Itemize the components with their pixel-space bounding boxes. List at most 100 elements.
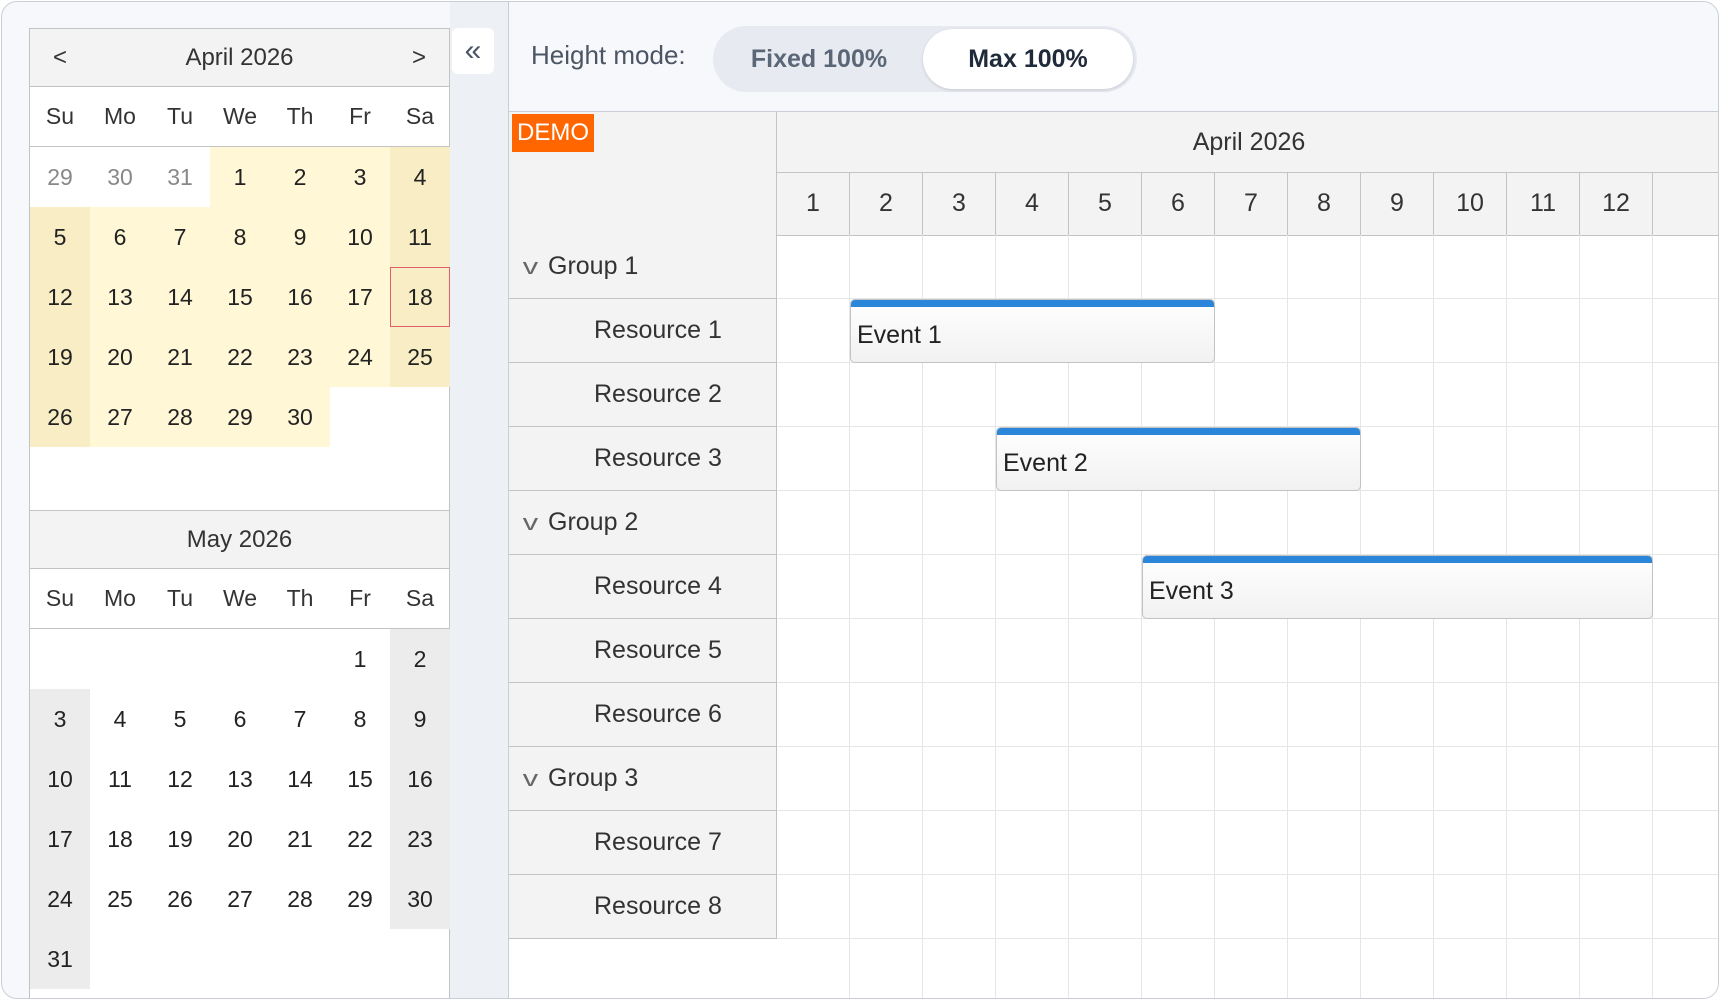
- day-cell[interactable]: 20: [90, 327, 150, 387]
- row-name: Resource 3: [594, 444, 722, 472]
- grid-row[interactable]: [777, 363, 1718, 427]
- grid-row[interactable]: [777, 683, 1718, 747]
- day-cell[interactable]: 30: [90, 147, 150, 207]
- grid-column-line: [1652, 235, 1653, 998]
- event-bar: [1143, 556, 1652, 563]
- day-cell[interactable]: 28: [150, 387, 210, 447]
- time-header-day: 5: [1069, 172, 1142, 235]
- height-mode-max-button[interactable]: Max 100%: [923, 29, 1133, 89]
- day-cell[interactable]: 12: [150, 749, 210, 809]
- day-cell[interactable]: 19: [30, 327, 90, 387]
- day-cell[interactable]: 19: [150, 809, 210, 869]
- event-box[interactable]: Event 2: [996, 427, 1361, 491]
- day-cell-empty: [150, 629, 210, 689]
- day-cell[interactable]: 21: [270, 809, 330, 869]
- day-cell[interactable]: 21: [150, 327, 210, 387]
- height-mode-fixed-button[interactable]: Fixed 100%: [713, 26, 925, 92]
- day-cell[interactable]: 6: [90, 207, 150, 267]
- day-cell[interactable]: 3: [330, 147, 390, 207]
- day-cell[interactable]: 25: [90, 869, 150, 929]
- day-cell[interactable]: 31: [150, 147, 210, 207]
- day-cell[interactable]: 18: [390, 267, 450, 327]
- group-row-header[interactable]: v Group 3: [509, 747, 776, 811]
- day-cell[interactable]: 14: [150, 267, 210, 327]
- day-cell[interactable]: 11: [390, 207, 450, 267]
- day-cell[interactable]: 6: [210, 689, 270, 749]
- day-cell[interactable]: 1: [210, 147, 270, 207]
- weekday-header: Su Mo Tu We Th Fr Sa: [30, 87, 449, 147]
- next-month-button[interactable]: >: [389, 29, 449, 86]
- month-title: April 2026: [185, 43, 294, 71]
- day-cell[interactable]: 8: [330, 689, 390, 749]
- chevron-down-icon[interactable]: v: [523, 254, 538, 280]
- weekday-label: Tu: [167, 103, 193, 129]
- double-chevron-left-icon: «: [464, 34, 482, 67]
- day-cell[interactable]: 3: [30, 689, 90, 749]
- day-cell[interactable]: 18: [90, 809, 150, 869]
- day-cell[interactable]: 26: [150, 869, 210, 929]
- day-cell[interactable]: 4: [90, 689, 150, 749]
- day-cell[interactable]: 10: [330, 207, 390, 267]
- day-cell[interactable]: 29: [330, 869, 390, 929]
- day-cell[interactable]: 17: [30, 809, 90, 869]
- group-row-header[interactable]: v Group 2: [509, 491, 776, 555]
- day-cell[interactable]: 7: [150, 207, 210, 267]
- day-cell[interactable]: 25: [390, 327, 450, 387]
- collapse-navigator-button[interactable]: «: [452, 28, 494, 74]
- time-header-day: 10: [1434, 172, 1507, 235]
- day-cell[interactable]: 1: [330, 629, 390, 689]
- day-cell[interactable]: 15: [330, 749, 390, 809]
- day-cell[interactable]: 29: [30, 147, 90, 207]
- prev-month-button[interactable]: <: [30, 29, 90, 86]
- day-cell[interactable]: 24: [30, 869, 90, 929]
- day-cell[interactable]: 11: [90, 749, 150, 809]
- scheduler-grid[interactable]: Event 1 Event 2 Event 3: [777, 235, 1718, 998]
- day-cell[interactable]: 12: [30, 267, 90, 327]
- day-cell[interactable]: 8: [210, 207, 270, 267]
- day-cell[interactable]: 27: [90, 387, 150, 447]
- day-cell[interactable]: 23: [270, 327, 330, 387]
- group-row-header[interactable]: v Group 1: [509, 235, 776, 299]
- event-text: Event 2: [1003, 449, 1088, 477]
- day-cell[interactable]: 14: [270, 749, 330, 809]
- grid-row[interactable]: [777, 747, 1718, 811]
- grid-row[interactable]: [777, 811, 1718, 875]
- day-cell[interactable]: 16: [270, 267, 330, 327]
- day-cell[interactable]: 31: [30, 929, 90, 989]
- grid-row[interactable]: [777, 491, 1718, 555]
- day-cell[interactable]: 13: [210, 749, 270, 809]
- day-cell[interactable]: 26: [30, 387, 90, 447]
- day-cell[interactable]: 17: [330, 267, 390, 327]
- chevron-down-icon[interactable]: v: [523, 510, 538, 536]
- day-cell[interactable]: 13: [90, 267, 150, 327]
- event-box[interactable]: Event 3: [1142, 555, 1653, 619]
- event-box[interactable]: Event 1: [850, 299, 1215, 363]
- grid-row[interactable]: [777, 619, 1718, 683]
- grid-row[interactable]: [777, 875, 1718, 939]
- day-cell[interactable]: 27: [210, 869, 270, 929]
- day-cell[interactable]: 30: [270, 387, 330, 447]
- day-cell[interactable]: 20: [210, 809, 270, 869]
- grid-row[interactable]: [777, 235, 1718, 299]
- resource-row-header: Resource 8: [509, 875, 776, 939]
- day-cell[interactable]: 23: [390, 809, 450, 869]
- day-cell[interactable]: 9: [270, 207, 330, 267]
- day-cell[interactable]: 15: [210, 267, 270, 327]
- day-cell[interactable]: 29: [210, 387, 270, 447]
- day-cell[interactable]: 22: [330, 809, 390, 869]
- day-cell[interactable]: 28: [270, 869, 330, 929]
- day-cell[interactable]: 7: [270, 689, 330, 749]
- day-cell[interactable]: 5: [30, 207, 90, 267]
- day-cell[interactable]: 4: [390, 147, 450, 207]
- day-cell[interactable]: 10: [30, 749, 90, 809]
- day-cell[interactable]: 30: [390, 869, 450, 929]
- day-cell[interactable]: 24: [330, 327, 390, 387]
- chevron-down-icon[interactable]: v: [523, 766, 538, 792]
- day-cell[interactable]: 9: [390, 689, 450, 749]
- day-cell[interactable]: 2: [270, 147, 330, 207]
- day-cell[interactable]: 16: [390, 749, 450, 809]
- day-cell[interactable]: 5: [150, 689, 210, 749]
- day-cell[interactable]: 22: [210, 327, 270, 387]
- day-cell[interactable]: 2: [390, 629, 450, 689]
- navigator-month-may: May 2026 Su Mo Tu We Th Fr Sa 1 2 3 4 5 6 7 8 9 10 11 12 1…: [30, 510, 450, 989]
